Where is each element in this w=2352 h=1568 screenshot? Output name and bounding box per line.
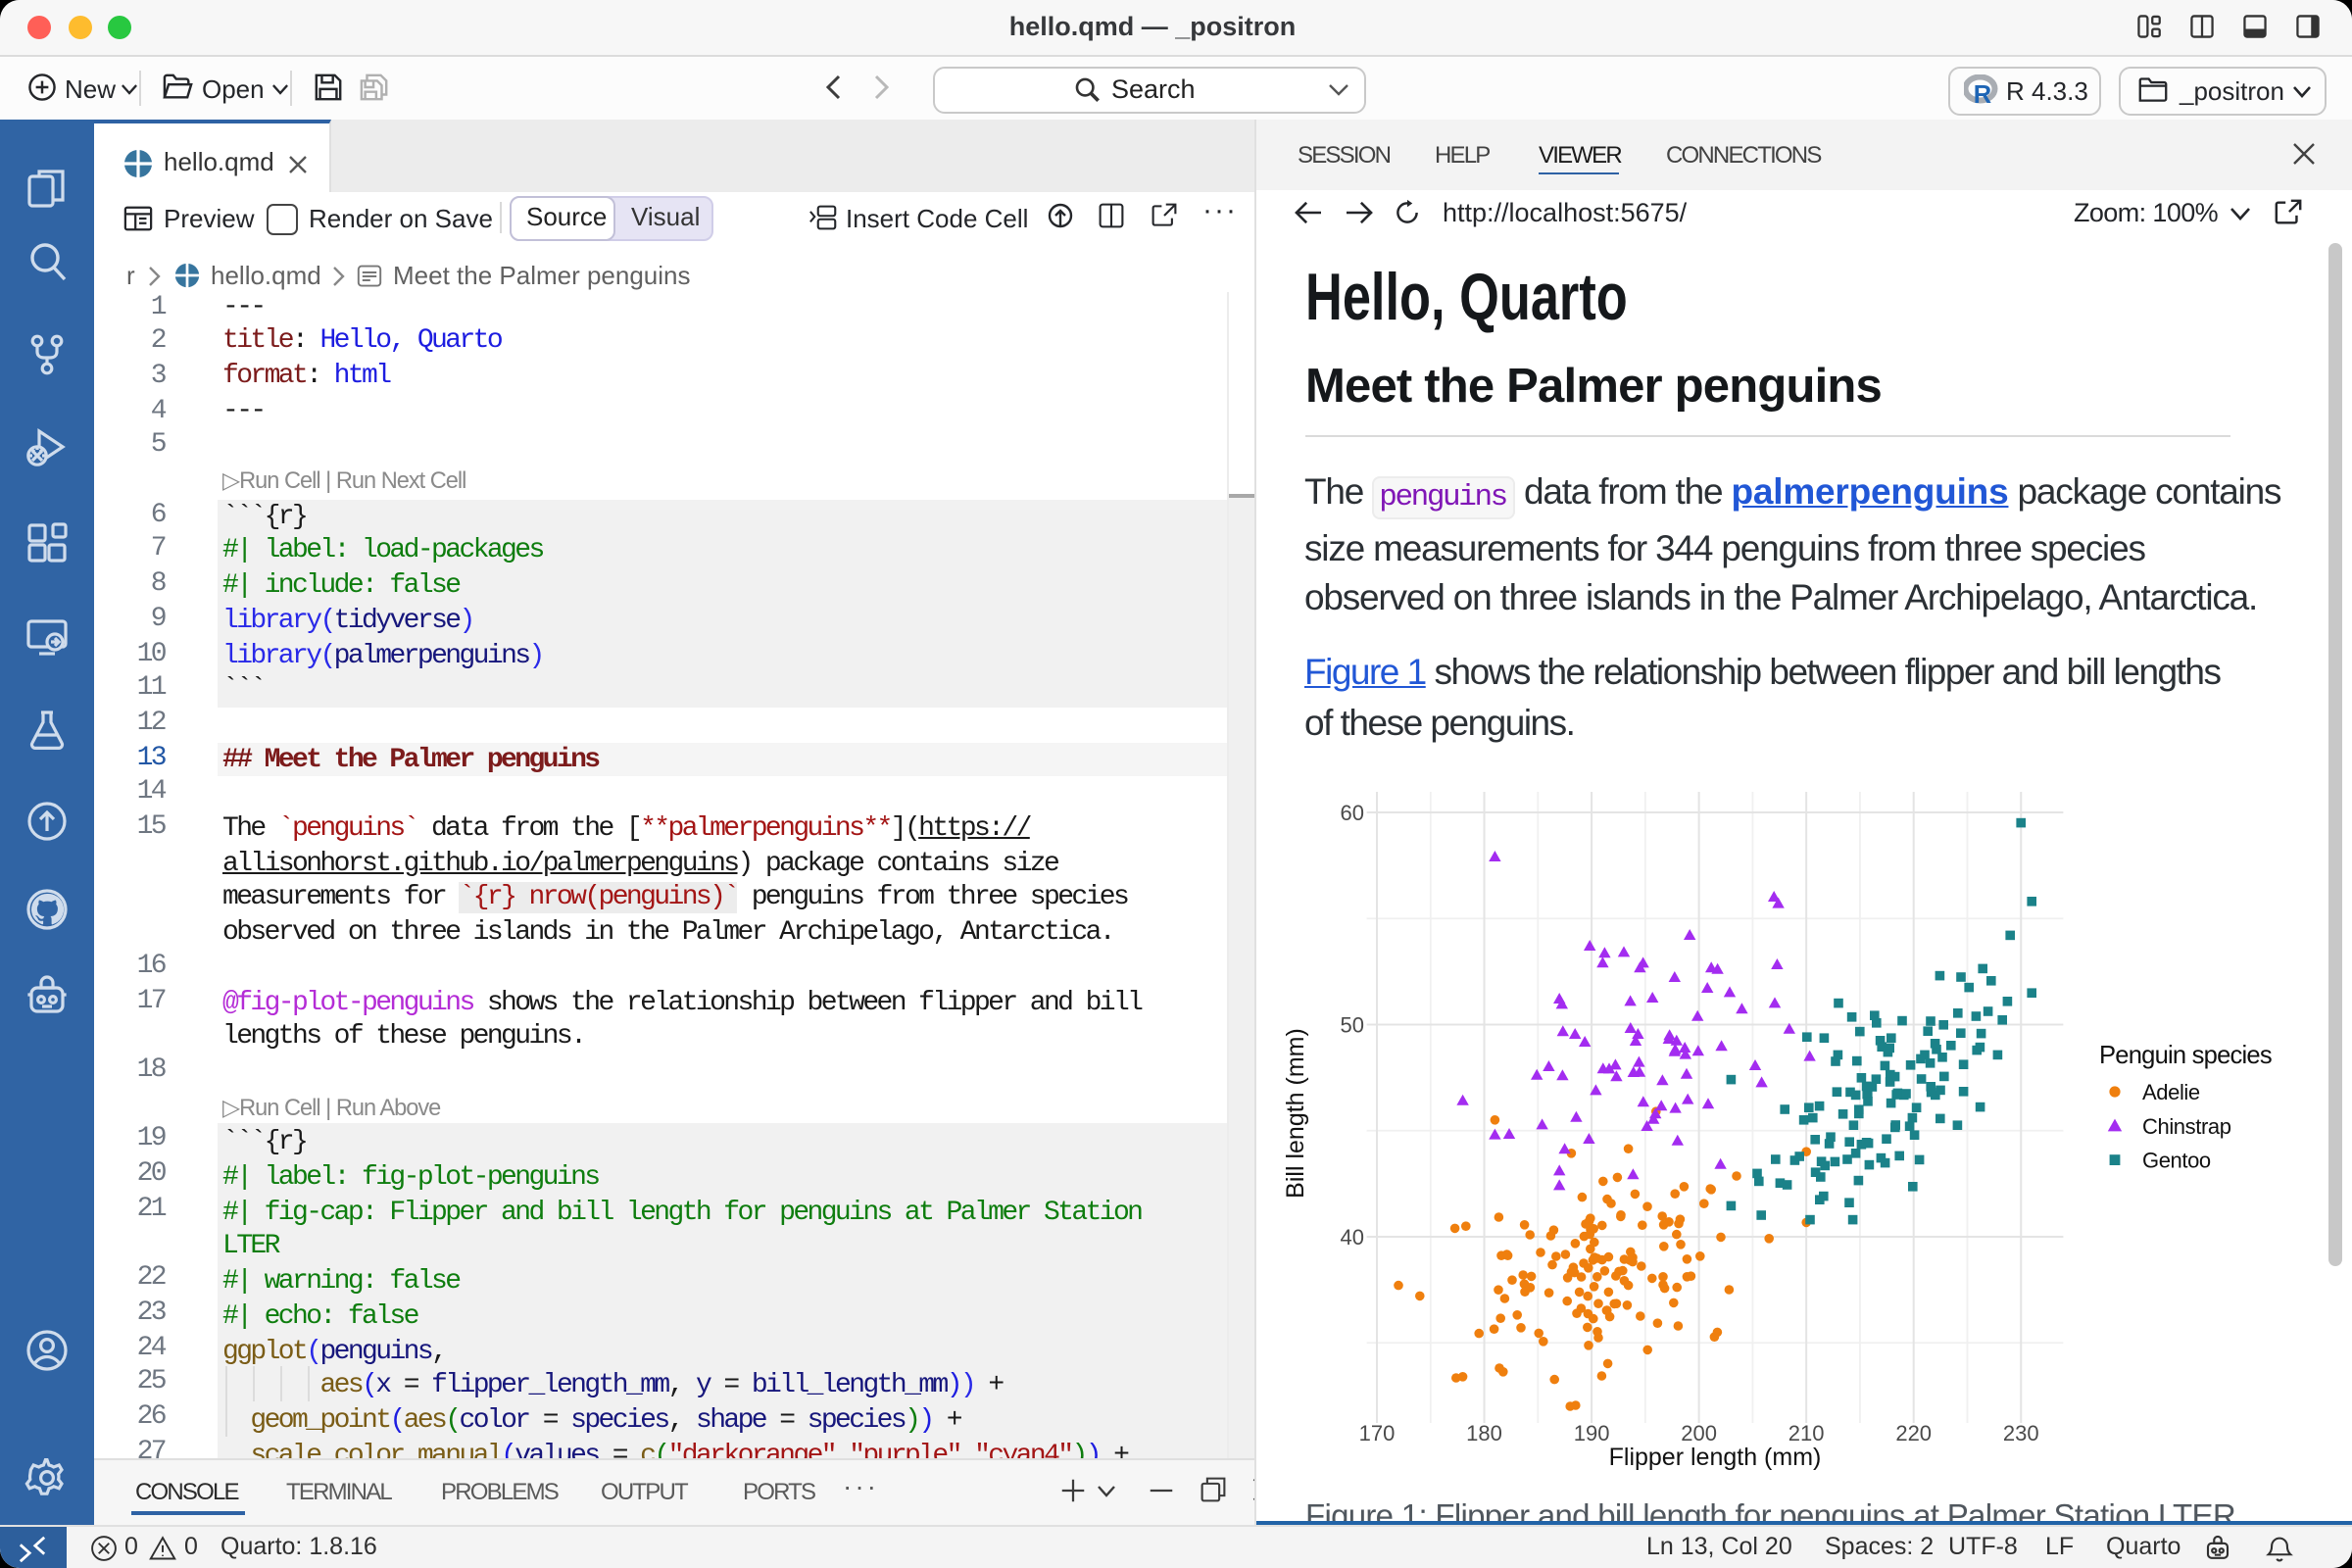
svg-text:230: 230 <box>2003 1421 2039 1446</box>
svg-text:180: 180 <box>1466 1421 1502 1446</box>
svg-text:200: 200 <box>1681 1421 1717 1446</box>
svg-text:Penguin species: Penguin species <box>2099 1042 2272 1069</box>
svg-text:190: 190 <box>1574 1421 1610 1446</box>
svg-text:Flipper length (mm): Flipper length (mm) <box>1609 1444 1822 1471</box>
svg-text:40: 40 <box>1341 1225 1364 1250</box>
svg-text:220: 220 <box>1895 1421 1932 1446</box>
svg-text:R: R <box>1973 81 1990 106</box>
svg-text:60: 60 <box>1341 801 1364 825</box>
svg-text:210: 210 <box>1788 1421 1825 1446</box>
svg-text:50: 50 <box>1341 1013 1364 1038</box>
svg-text:Bill length (mm): Bill length (mm) <box>1282 1028 1309 1199</box>
svg-text:170: 170 <box>1359 1421 1396 1446</box>
svg-text:Gentoo: Gentoo <box>2142 1149 2211 1173</box>
svg-text:Chinstrap: Chinstrap <box>2142 1114 2231 1139</box>
svg-text:Adelie: Adelie <box>2142 1080 2200 1104</box>
